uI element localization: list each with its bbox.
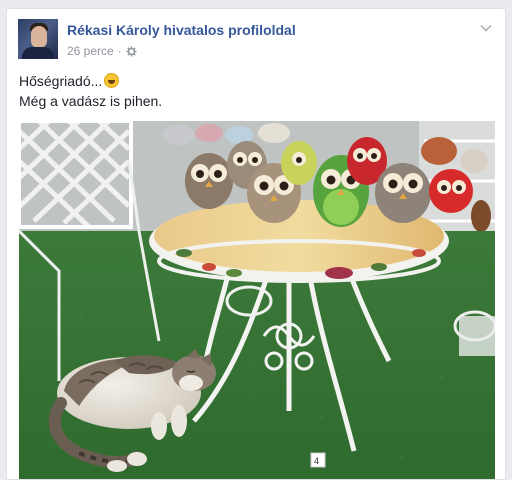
author-name[interactable]: Rékasi Károly hivatalos profiloldal (67, 22, 296, 38)
gear-icon[interactable] (126, 45, 137, 57)
price-tag: 4 (314, 456, 319, 466)
avatar[interactable] (18, 19, 58, 59)
laughing-emoji-icon (104, 73, 120, 88)
post-meta: 26 perce · (67, 44, 137, 58)
post-text-line1: Hőségriadó... (19, 73, 103, 89)
post-text: Hőségriadó... Még a vadász is pihen. (19, 71, 162, 111)
chevron-down-icon[interactable] (479, 21, 493, 35)
photo-image: 4 (19, 121, 495, 479)
post-timestamp[interactable]: 26 perce (67, 44, 114, 58)
post-card: Rékasi Károly hivatalos profiloldal 26 p… (6, 8, 506, 480)
meta-separator: · (117, 44, 122, 58)
post-photo[interactable]: 4 (19, 121, 495, 479)
post-text-line2: Még a vadász is pihen. (19, 93, 163, 109)
